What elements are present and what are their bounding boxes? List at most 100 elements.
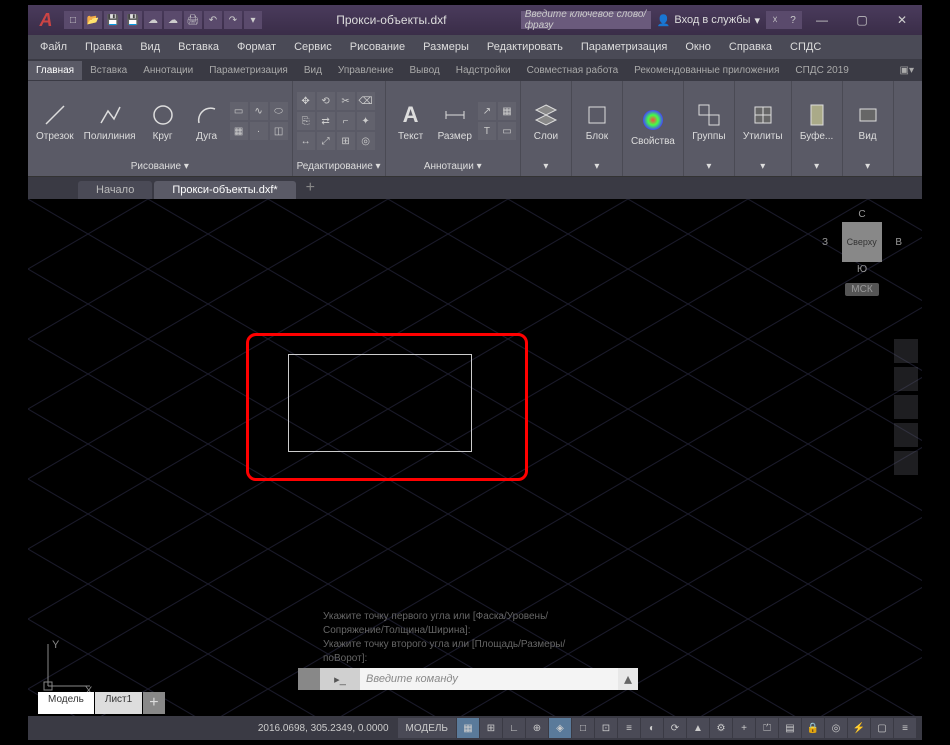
close-button[interactable]: ✕ xyxy=(882,5,922,35)
file-tab-current[interactable]: Прокси-объекты.dxf* xyxy=(154,181,295,199)
model-tab[interactable]: Модель xyxy=(38,692,94,714)
annotation-scale-icon[interactable]: ▲ xyxy=(687,718,709,738)
snap-toggle-icon[interactable]: ⊞ xyxy=(480,718,502,738)
annotation-monitor-icon[interactable]: + xyxy=(733,718,755,738)
line-button[interactable]: Отрезок xyxy=(32,99,78,144)
spline-icon[interactable]: ∿ xyxy=(250,102,268,120)
zoom-icon[interactable] xyxy=(894,395,918,419)
transparency-icon[interactable]: ◐ xyxy=(641,718,663,738)
showmotion-icon[interactable] xyxy=(894,451,918,475)
menu-insert[interactable]: Вставка xyxy=(170,38,227,56)
copy-icon[interactable]: ⎘ xyxy=(297,112,315,130)
explode-icon[interactable]: ✦ xyxy=(357,112,375,130)
new-tab-button[interactable]: + xyxy=(298,177,323,199)
plot-icon[interactable]: 🖨 xyxy=(184,11,202,29)
cloud-open-icon[interactable]: ☁ xyxy=(144,11,162,29)
new-icon[interactable]: □ xyxy=(64,11,82,29)
circle-button[interactable]: Круг xyxy=(142,99,184,144)
lock-ui-icon[interactable]: 🔒 xyxy=(802,718,824,738)
block-button[interactable]: Блок xyxy=(576,99,618,144)
viewcube-s[interactable]: Ю xyxy=(822,264,902,275)
trim-icon[interactable]: ✂ xyxy=(337,92,355,110)
redo-icon[interactable]: ↷ xyxy=(224,11,242,29)
cmd-handle-icon[interactable] xyxy=(298,668,320,690)
saveas-icon[interactable]: 💾 xyxy=(124,11,142,29)
menu-parametric[interactable]: Параметризация xyxy=(573,38,675,56)
menu-edit[interactable]: Правка xyxy=(77,38,130,56)
stretch-icon[interactable]: ↔ xyxy=(297,132,315,150)
panel-utilities-title[interactable]: ▾ xyxy=(739,159,787,174)
panel-view-title[interactable]: ▾ xyxy=(847,159,889,174)
tab-featured[interactable]: Рекомендованные приложения xyxy=(626,61,787,80)
array-icon[interactable]: ⊞ xyxy=(337,132,355,150)
viewcube-e[interactable]: В xyxy=(895,237,902,248)
lineweight-icon[interactable]: ≡ xyxy=(618,718,640,738)
ellipse-icon[interactable]: ⬭ xyxy=(270,102,288,120)
dimension-button[interactable]: Размер xyxy=(434,99,476,144)
model-space-button[interactable]: МОДЕЛЬ xyxy=(398,718,456,738)
file-tab-start[interactable]: Начало xyxy=(78,181,152,199)
login-button[interactable]: 👤 Вход в службы ▾ xyxy=(651,14,766,27)
undo-icon[interactable]: ↶ xyxy=(204,11,222,29)
leader-icon[interactable]: ↗ xyxy=(478,102,496,120)
region-icon[interactable]: ◫ xyxy=(270,122,288,140)
erase-icon[interactable]: ⌫ xyxy=(357,92,375,110)
ucs-icon[interactable]: YX xyxy=(40,636,95,696)
wcs-label[interactable]: МСК xyxy=(845,283,878,296)
isolate-icon[interactable]: ◎ xyxy=(825,718,847,738)
text-button[interactable]: AТекст xyxy=(390,99,432,144)
table-icon[interactable]: ▦ xyxy=(498,102,516,120)
panel-layers-title[interactable]: ▾ xyxy=(525,159,567,174)
properties-button[interactable]: Свойства xyxy=(627,104,679,149)
clipboard-button[interactable]: Буфе... xyxy=(796,99,838,144)
mtext-icon[interactable]: T xyxy=(478,122,496,140)
ribbon-collapse-icon[interactable]: ▣▾ xyxy=(892,61,922,80)
tab-insert[interactable]: Вставка xyxy=(82,61,135,80)
viewcube[interactable]: С З Сверху В Ю МСК xyxy=(822,209,902,329)
isodraft-toggle-icon[interactable]: ◈ xyxy=(549,718,571,738)
fillet-icon[interactable]: ⌐ xyxy=(337,112,355,130)
cmd-recent-icon[interactable]: ▴ xyxy=(618,669,638,689)
search-input[interactable]: Введите ключевое слово/фразу xyxy=(521,11,651,29)
viewcube-n[interactable]: С xyxy=(822,209,902,220)
move-icon[interactable]: ✥ xyxy=(297,92,315,110)
cloud-save-icon[interactable]: ☁ xyxy=(164,11,182,29)
rectangle-icon[interactable]: ▭ xyxy=(230,102,248,120)
ortho-toggle-icon[interactable]: ∟ xyxy=(503,718,525,738)
wheel-icon[interactable] xyxy=(894,339,918,363)
panel-modify-title[interactable]: Редактирование ▾ xyxy=(297,159,381,174)
app-logo-icon[interactable]: A xyxy=(32,6,60,34)
coordinates[interactable]: 2016.0698, 305.2349, 0.0000 xyxy=(250,723,397,734)
tab-output[interactable]: Вывод xyxy=(402,61,448,80)
units-icon[interactable]: ⏍ xyxy=(756,718,778,738)
utilities-button[interactable]: Утилиты xyxy=(739,99,787,144)
menu-view[interactable]: Вид xyxy=(132,38,168,56)
help-icon[interactable]: ? xyxy=(784,11,802,29)
grid-toggle-icon[interactable]: ▦ xyxy=(457,718,479,738)
menu-window[interactable]: Окно xyxy=(677,38,719,56)
menu-file[interactable]: Файл xyxy=(32,38,75,56)
layout-tab[interactable]: Лист1 xyxy=(95,692,142,714)
maximize-button[interactable]: ▢ xyxy=(842,5,882,35)
arc-button[interactable]: Дуга xyxy=(186,99,228,144)
menu-modify[interactable]: Редактировать xyxy=(479,38,571,56)
cleanscreen-icon[interactable]: ▢ xyxy=(871,718,893,738)
panel-draw-title[interactable]: Рисование ▾ xyxy=(32,159,288,174)
menu-format[interactable]: Формат xyxy=(229,38,284,56)
tab-spds[interactable]: СПДС 2019 xyxy=(787,61,856,80)
minimize-button[interactable]: — xyxy=(802,5,842,35)
polar-toggle-icon[interactable]: ⊕ xyxy=(526,718,548,738)
cycling-icon[interactable]: ⟳ xyxy=(664,718,686,738)
panel-block-title[interactable]: ▾ xyxy=(576,159,618,174)
pan-icon[interactable] xyxy=(894,367,918,391)
tab-manage[interactable]: Управление xyxy=(330,61,402,80)
panel-annotation-title[interactable]: Аннотации ▾ xyxy=(390,159,516,174)
hardware-accel-icon[interactable]: ⚡ xyxy=(848,718,870,738)
panel-groups-title[interactable]: ▾ xyxy=(688,159,730,174)
offset-icon[interactable]: ◎ xyxy=(357,132,375,150)
quickprops-icon[interactable]: ▤ xyxy=(779,718,801,738)
viewcube-w[interactable]: З xyxy=(822,237,828,248)
cmd-prompt-icon[interactable]: ▸_ xyxy=(320,668,360,690)
groups-button[interactable]: Группы xyxy=(688,99,730,144)
tab-view[interactable]: Вид xyxy=(296,61,330,80)
